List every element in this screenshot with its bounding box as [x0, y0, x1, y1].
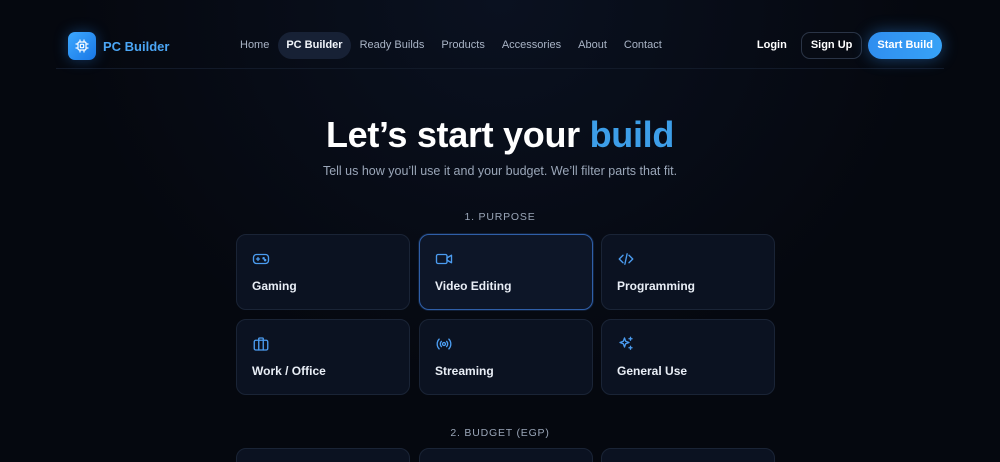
cpu-chip-icon	[68, 32, 96, 60]
header-actions: Login Sign Up Start Build	[743, 32, 942, 59]
purpose-card-label: Work / Office	[252, 364, 326, 378]
purpose-card-general-use[interactable]: General Use	[601, 319, 775, 395]
broadcast-icon	[435, 335, 453, 353]
page-subtitle: Tell us how you’ll use it and your budge…	[322, 164, 678, 178]
budget-option[interactable]	[419, 448, 593, 462]
nav-link-products[interactable]: Products	[433, 32, 492, 59]
sparkles-icon	[617, 335, 635, 353]
budget-section-label: 2. BUDGET (EGP)	[450, 427, 550, 439]
start-build-button[interactable]: Start Build	[868, 32, 942, 59]
briefcase-icon	[252, 335, 270, 353]
nav-link-home[interactable]: Home	[232, 32, 277, 59]
nav-links: Home PC Builder Ready Builds Products Ac…	[232, 32, 671, 59]
gamepad-icon	[252, 250, 270, 268]
nav-link-ready-builds[interactable]: Ready Builds	[352, 32, 433, 59]
purpose-card-programming[interactable]: Programming	[601, 234, 775, 310]
purpose-card-streaming[interactable]: Streaming	[419, 319, 593, 395]
purpose-card-label: General Use	[617, 364, 688, 378]
purpose-card-label: Video Editing	[435, 279, 512, 293]
purpose-card-work-office[interactable]: Work / Office	[236, 319, 410, 395]
brand-name: PC Builder	[103, 38, 170, 54]
pc-builder-page: PC Builder Home PC Builder Ready Builds …	[0, 0, 1000, 462]
video-camera-icon	[435, 250, 453, 268]
title-accent: build	[589, 114, 675, 155]
top-nav: PC Builder Home PC Builder Ready Builds …	[56, 22, 944, 69]
brand[interactable]: PC Builder	[68, 32, 169, 60]
code-icon	[617, 250, 635, 268]
signup-button[interactable]: Sign Up	[800, 32, 863, 59]
purpose-section-label: 1. PURPOSE	[464, 211, 536, 223]
purpose-card-label: Programming	[617, 279, 696, 293]
budget-option[interactable]	[236, 448, 410, 462]
nav-link-accessories[interactable]: Accessories	[494, 32, 569, 59]
title-prefix: Let’s start your	[325, 114, 580, 155]
purpose-card-gaming[interactable]: Gaming	[236, 234, 410, 310]
nav-link-pc-builder[interactable]: PC Builder	[278, 32, 351, 59]
login-button[interactable]: Login	[743, 32, 801, 59]
nav-link-contact[interactable]: Contact	[616, 32, 670, 59]
page-title: Let’s start your build	[0, 114, 1000, 156]
budget-option[interactable]	[601, 448, 775, 462]
purpose-card-label: Gaming	[252, 279, 297, 293]
purpose-card-video-editing[interactable]: Video Editing	[419, 234, 593, 310]
nav-link-about[interactable]: About	[570, 32, 615, 59]
purpose-card-label: Streaming	[435, 364, 494, 378]
